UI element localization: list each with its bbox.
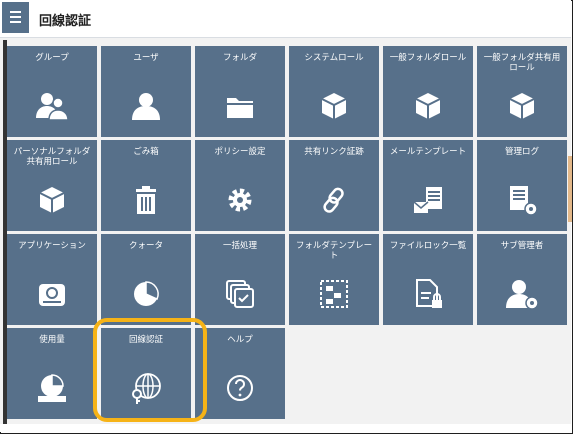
folder-icon bbox=[222, 88, 258, 124]
bottom-strip bbox=[0, 424, 571, 432]
page-title: 回線認証 bbox=[39, 14, 92, 29]
tile-label: 使用量 bbox=[39, 335, 65, 345]
tile-folder-template[interactable]: フォルダテンプレート bbox=[289, 234, 379, 325]
tile-personal-folder-role[interactable]: パーソナルフォルダ共有用ロール bbox=[7, 140, 97, 231]
tile-label: 一般フォルダ共有用ロール bbox=[483, 53, 561, 73]
group-icon bbox=[34, 88, 70, 124]
tile-label: アプリケーション bbox=[18, 241, 86, 251]
right-scroll-accent bbox=[568, 156, 572, 222]
tile-label: ごみ箱 bbox=[133, 147, 159, 157]
tile-label: クォータ bbox=[128, 241, 163, 251]
tile-label: ファイルロック一覧 bbox=[389, 241, 467, 251]
drive-icon bbox=[34, 276, 70, 312]
hamburger-menu-button[interactable] bbox=[2, 2, 29, 33]
folder-template-icon bbox=[316, 276, 352, 312]
tile-label: サブ管理者 bbox=[500, 241, 544, 251]
tile-user[interactable]: ユーザ bbox=[101, 46, 191, 137]
tile-label: メールテンプレート bbox=[389, 147, 467, 157]
tile-system-role[interactable]: システムロール bbox=[289, 46, 379, 137]
menu-line-icon bbox=[10, 21, 21, 23]
cube-icon bbox=[34, 182, 70, 218]
tile-label: 共有リンク証跡 bbox=[304, 147, 364, 157]
tile-label: ヘルプ bbox=[227, 335, 253, 345]
tile-label: パーソナルフォルダ共有用ロール bbox=[13, 147, 91, 167]
tile-label: システムロール bbox=[304, 53, 364, 63]
batch-icon bbox=[222, 276, 258, 312]
tile-label: 一括処理 bbox=[222, 241, 257, 251]
tile-file-lock-list[interactable]: ファイルロック一覧 bbox=[383, 234, 473, 325]
tile-folder-role[interactable]: 一般フォルダロール bbox=[383, 46, 473, 137]
tile-folder[interactable]: フォルダ bbox=[195, 46, 285, 137]
tile-group[interactable]: グループ bbox=[7, 46, 97, 137]
user-icon bbox=[128, 88, 164, 124]
tile-label: フォルダテンプレート bbox=[295, 241, 373, 261]
trash-icon bbox=[128, 182, 164, 218]
tile-trash[interactable]: ごみ箱 bbox=[101, 140, 191, 231]
tile-label: 管理ログ bbox=[504, 147, 539, 157]
cube-icon bbox=[316, 88, 352, 124]
pie-chart-icon bbox=[128, 276, 164, 312]
tile-line-auth[interactable]: 回線認証 bbox=[101, 328, 191, 419]
menu-line-icon bbox=[10, 11, 21, 13]
log-settings-icon bbox=[504, 182, 540, 218]
tile-label: フォルダ bbox=[222, 53, 257, 63]
tile-batch-processing[interactable]: 一括処理 bbox=[195, 234, 285, 325]
tile-share-link-trail[interactable]: 共有リンク証跡 bbox=[289, 140, 379, 231]
tile-sub-admin[interactable]: サブ管理者 bbox=[477, 234, 567, 325]
sub-admin-icon bbox=[504, 276, 540, 312]
globe-key-icon bbox=[128, 370, 164, 406]
tile-application[interactable]: アプリケーション bbox=[7, 234, 97, 325]
header-bar: 回線認証 bbox=[0, 0, 571, 38]
tile-label: 一般フォルダロール bbox=[389, 53, 467, 63]
tile-label: ユーザ bbox=[133, 53, 159, 63]
tile-label: 回線認証 bbox=[128, 335, 163, 345]
cube-icon bbox=[504, 88, 540, 124]
cube-icon bbox=[410, 88, 446, 124]
link-icon bbox=[316, 182, 352, 218]
tile-usage[interactable]: 使用量 bbox=[7, 328, 97, 419]
tile-policy-settings[interactable]: ポリシー設定 bbox=[195, 140, 285, 231]
menu-line-icon bbox=[10, 16, 21, 18]
tile-label: ポリシー設定 bbox=[214, 147, 266, 157]
gear-icon bbox=[222, 182, 258, 218]
tile-admin-log[interactable]: 管理ログ bbox=[477, 140, 567, 231]
help-icon bbox=[222, 370, 258, 406]
mail-template-icon bbox=[410, 182, 446, 218]
tile-folder-share-role[interactable]: 一般フォルダ共有用ロール bbox=[477, 46, 567, 137]
file-lock-icon bbox=[410, 276, 446, 312]
tile-quota[interactable]: クォータ bbox=[101, 234, 191, 325]
usage-icon bbox=[34, 370, 70, 406]
tile-help[interactable]: ヘルプ bbox=[195, 328, 285, 419]
tile-label: グループ bbox=[35, 53, 69, 63]
tile-mail-template[interactable]: メールテンプレート bbox=[383, 140, 473, 231]
